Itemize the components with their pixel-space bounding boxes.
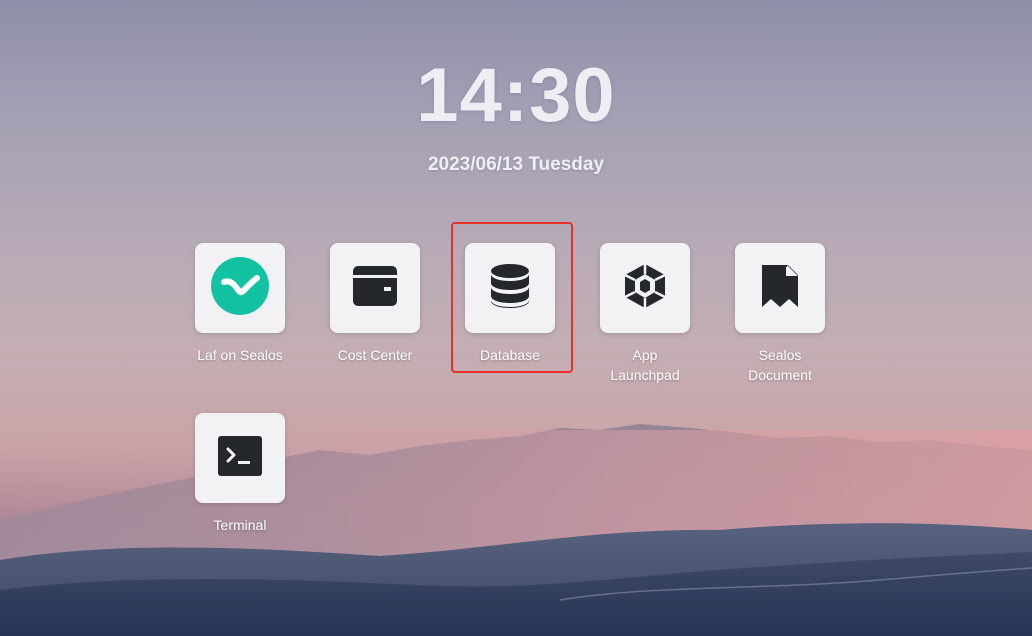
app-laf-on-sealos[interactable]: Laf on Sealos xyxy=(180,243,300,365)
app-label: Database xyxy=(480,347,540,363)
app-terminal[interactable]: Terminal xyxy=(180,413,300,535)
app-tile[interactable] xyxy=(330,243,420,333)
hexagon-gem-icon xyxy=(622,262,668,315)
app-label: Laf on Sealos xyxy=(197,347,283,363)
app-label: Sealos Document xyxy=(748,347,812,383)
terminal-icon xyxy=(218,435,262,481)
app-label: Terminal xyxy=(213,517,267,533)
clock-date: 2023/06/13 Tuesday xyxy=(427,154,605,175)
app-tile[interactable] xyxy=(195,243,285,333)
app-cost-center[interactable]: Cost Center xyxy=(315,243,435,365)
database-icon xyxy=(490,263,530,314)
app-label: Cost Center xyxy=(337,347,413,363)
app-tile[interactable] xyxy=(195,413,285,503)
wallet-icon xyxy=(351,264,399,313)
app-tile[interactable] xyxy=(735,243,825,333)
bookmark-document-icon xyxy=(760,263,800,314)
app-label: App Launchpad xyxy=(610,347,680,383)
app-sealos-document[interactable]: Sealos Document xyxy=(720,243,840,385)
app-database[interactable]: Database xyxy=(450,243,570,365)
app-tile[interactable] xyxy=(465,243,555,333)
clock-time: 14:30 xyxy=(416,53,616,138)
app-tile[interactable] xyxy=(600,243,690,333)
laf-logo-icon xyxy=(211,256,269,320)
app-launchpad[interactable]: App Launchpad xyxy=(585,243,705,385)
